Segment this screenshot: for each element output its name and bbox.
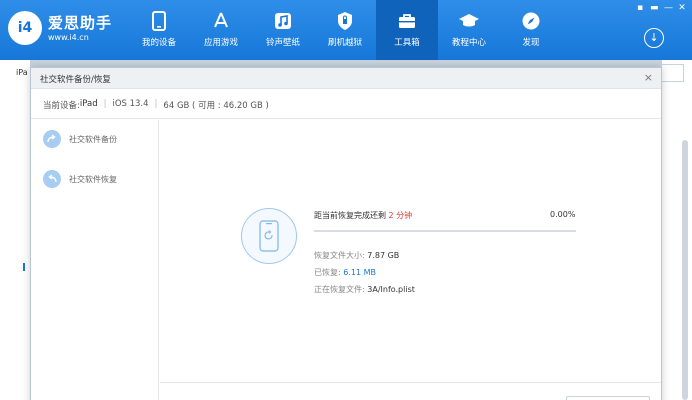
restore-progress-panel: 距当前恢复完成还剩 2 分钟 0.00% 恢复文件大小: 7.87 GB 已恢复… [160, 120, 661, 400]
device-prefix: 当前设备: [43, 101, 80, 111]
menu-button[interactable]: ▬ [650, 4, 659, 13]
detail-label: 恢复文件大小: [314, 251, 368, 260]
sidebar-item-label: 社交软件恢复 [69, 174, 117, 184]
separator: | [154, 99, 158, 109]
shield-icon [338, 12, 352, 30]
sidebar-item-label: 社交软件备份 [69, 134, 117, 144]
background-search-box[interactable] [662, 64, 684, 82]
skin-button[interactable]: ▪ [636, 4, 644, 13]
logo-text: i4 [17, 20, 33, 36]
dialog-sidebar: 社交软件备份 社交软件恢复 [31, 120, 159, 400]
sidebar-item-restore[interactable]: 社交软件恢复 [43, 170, 117, 188]
progress-percent: 0.00% [550, 210, 576, 219]
nav-tutorials[interactable]: 教程中心 [438, 0, 500, 60]
nav-label: 工具箱 [394, 38, 420, 48]
progress-bar [314, 230, 576, 232]
main-nav: 我的设备 应用游戏 铃声壁纸 刷机越狱 工具箱 教程中心 发现 [128, 0, 562, 60]
device-info-bar: 当前设备: iPad | iOS 13.4 | 64 GB ( 可用 : 46.… [31, 89, 661, 119]
nav-ringtones[interactable]: 铃声壁纸 [252, 0, 314, 60]
restore-phone-icon [241, 208, 297, 264]
remaining-time: 2 分钟 [388, 211, 413, 220]
nav-apps-games[interactable]: 应用游戏 [190, 0, 252, 60]
background-left-panel: iPa [0, 60, 30, 400]
restore-arrow-icon [43, 170, 61, 188]
dialog-title: 社交软件备份/恢复 [40, 75, 111, 85]
phone-icon [152, 11, 166, 31]
background-scrollbar[interactable] [682, 140, 688, 400]
nav-label: 应用游戏 [203, 38, 238, 48]
sidebar-item-backup[interactable]: 社交软件备份 [43, 130, 117, 148]
device-ios: iOS 13.4 [112, 99, 149, 109]
progress-label-prefix: 距当前恢复完成还剩 [314, 211, 389, 220]
detail-value: 3A/Info.plist [367, 285, 415, 294]
nav-label: 铃声壁纸 [265, 38, 300, 48]
detail-restored: 已恢复: 6.11 MB [314, 267, 376, 278]
music-note-icon [275, 13, 291, 29]
footer-divider [160, 382, 661, 383]
app-url: www.i4.cn [48, 33, 89, 42]
background-device-tab[interactable]: iPa [16, 68, 28, 77]
device-storage: 64 GB ( 可用 : 46.20 GB ) [163, 101, 269, 111]
detail-label: 已恢复: [314, 268, 344, 277]
app-name: 爱思助手 [48, 14, 113, 32]
toolbox-icon [399, 14, 415, 28]
selection-marker [23, 263, 25, 271]
separator: | [103, 99, 107, 109]
close-window-button[interactable]: ✕ [678, 4, 686, 13]
download-button[interactable]: ↓ [644, 28, 664, 48]
nav-label: 刷机越狱 [327, 38, 362, 48]
nav-my-device[interactable]: 我的设备 [128, 0, 190, 60]
social-backup-dialog: 社交软件备份/恢复 × 当前设备: iPad | iOS 13.4 | 64 G… [30, 67, 662, 400]
detail-value: 6.11 MB [343, 268, 376, 277]
compass-icon [522, 12, 540, 30]
app-logo: i4 [8, 11, 42, 45]
nav-label: 发现 [522, 38, 540, 48]
top-bar: i4 爱思助手 www.i4.cn 我的设备 应用游戏 铃声壁纸 刷机越狱 工具… [0, 0, 692, 60]
nav-label: 我的设备 [141, 38, 176, 48]
download-arrow-icon: ↓ [649, 31, 659, 44]
app-store-icon [214, 12, 228, 28]
detail-value: 7.87 GB [367, 251, 400, 260]
dialog-close-button[interactable]: × [644, 71, 653, 84]
nav-flash-jailbreak[interactable]: 刷机越狱 [314, 0, 376, 60]
window-controls: ▪ ▬ — ✕ [636, 4, 686, 13]
nav-toolbox[interactable]: 工具箱 [376, 0, 438, 60]
footer-button[interactable] [566, 396, 650, 400]
nav-discover[interactable]: 发现 [500, 0, 562, 60]
background-right-panel [662, 60, 692, 400]
detail-total-size: 恢复文件大小: 7.87 GB [314, 250, 399, 261]
backup-arrow-icon [43, 130, 61, 148]
graduation-cap-icon [459, 14, 479, 27]
device-name: iPad [79, 99, 98, 109]
minimize-button[interactable]: — [664, 4, 673, 13]
progress-label: 距当前恢复完成还剩 2 分钟 [314, 210, 412, 221]
dialog-titlebar: 社交软件备份/恢复 × [31, 68, 661, 89]
nav-label: 教程中心 [451, 38, 486, 48]
detail-label: 正在恢复文件: [314, 285, 368, 294]
detail-current-file: 正在恢复文件: 3A/Info.plist [314, 284, 415, 295]
brand: 爱思助手 www.i4.cn [48, 14, 112, 44]
